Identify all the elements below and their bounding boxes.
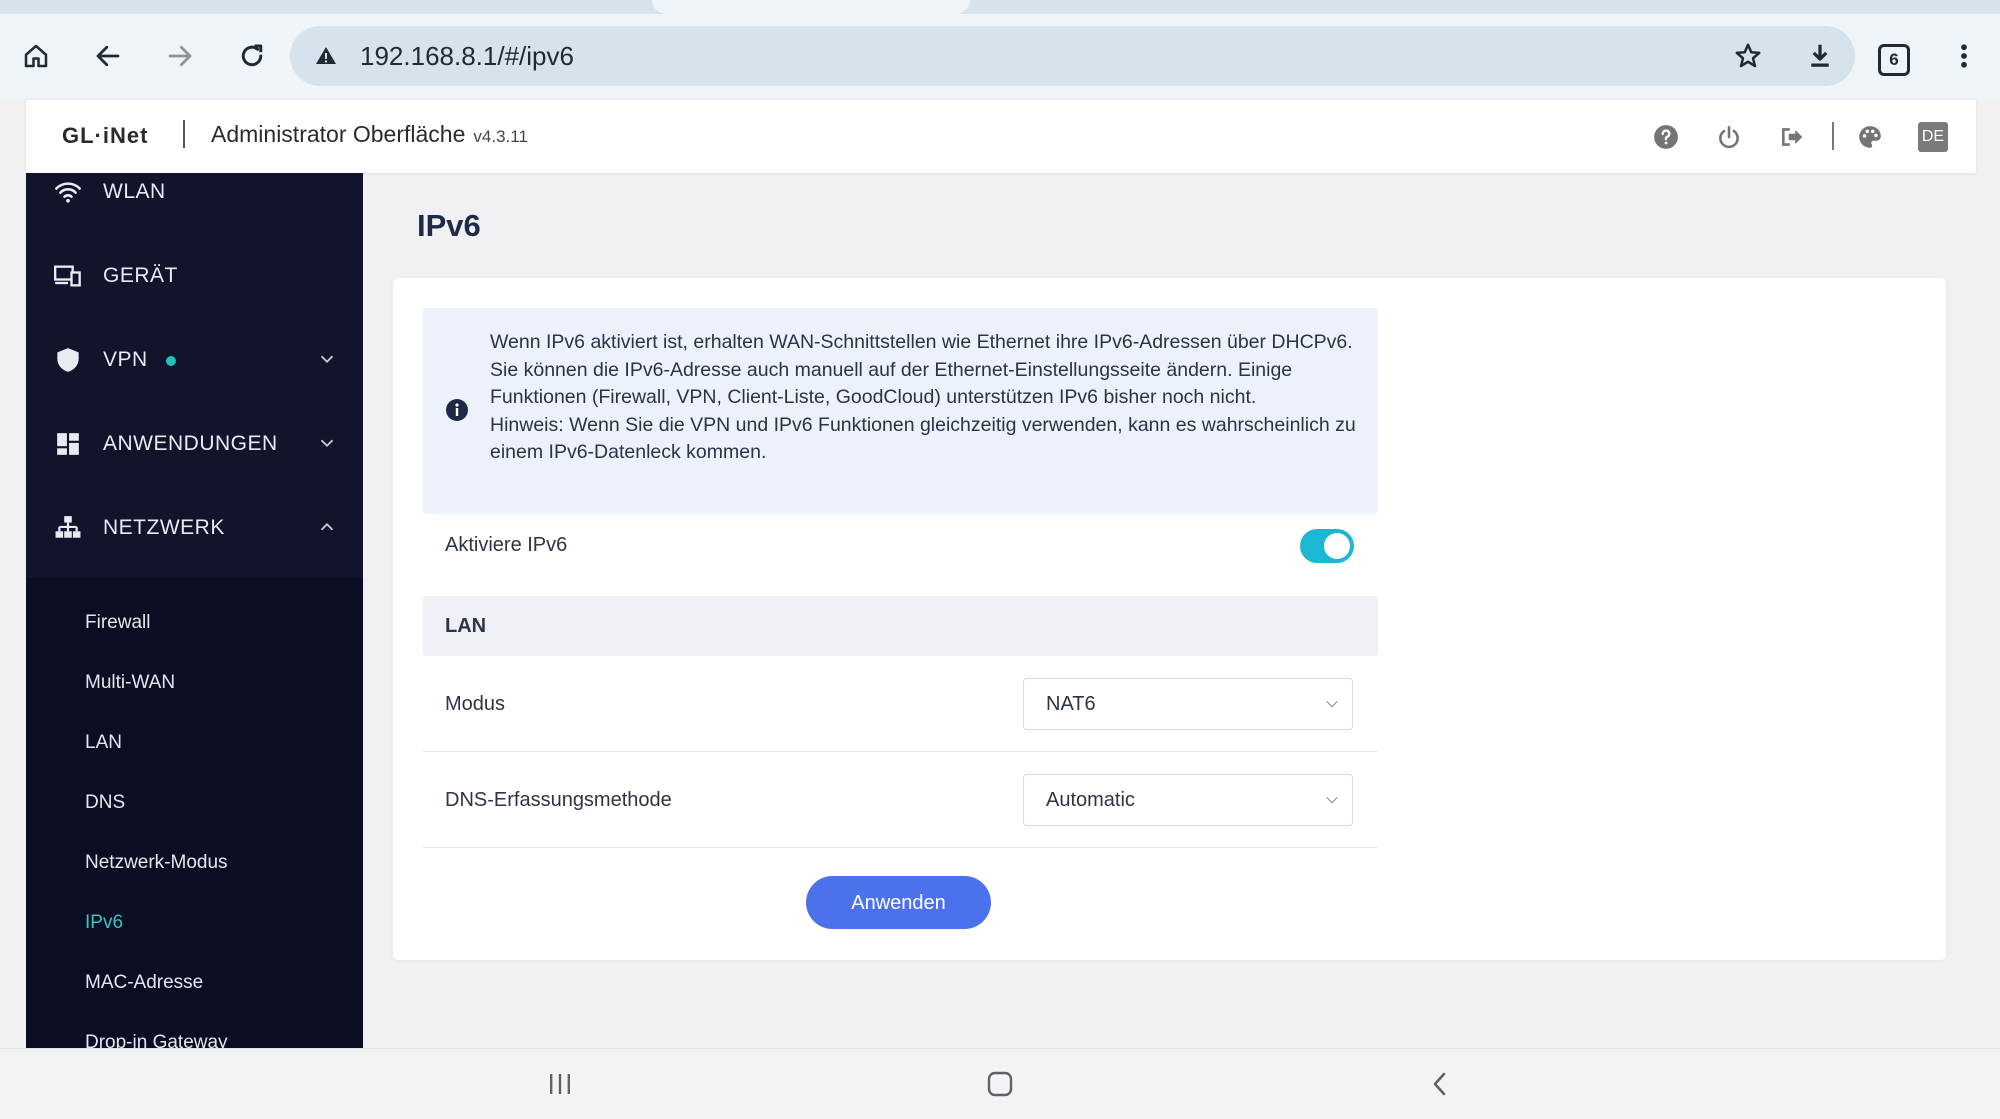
lan-section-title: LAN [445, 615, 487, 637]
mode-label: Modus [445, 693, 506, 715]
language-selector[interactable]: DE [1918, 122, 1948, 152]
vpn-status-dot [166, 356, 176, 366]
theme-icon[interactable] [1855, 122, 1885, 152]
submenu-item-mac-address[interactable]: MAC-Adresse [85, 972, 203, 994]
browser-tab-strip [0, 0, 2000, 14]
sidebar-item-vpn[interactable]: VPN [26, 318, 363, 402]
sidebar-item-label: GERÄT [103, 264, 178, 287]
help-icon[interactable] [1651, 122, 1681, 152]
mode-select-value: NAT6 [1046, 693, 1096, 715]
network-submenu: Firewall Multi-WAN LAN DNS Netzwerk-Modu… [26, 578, 363, 1048]
info-icon [445, 398, 469, 422]
apply-button[interactable]: Anwenden [806, 876, 991, 929]
info-text: Wenn IPv6 aktiviert ist, erhalten WAN-Sc… [490, 329, 1360, 467]
power-icon[interactable] [1714, 122, 1744, 152]
enable-ipv6-row: Aktiviere IPv6 [423, 514, 1378, 578]
submenu-item-lan[interactable]: LAN [85, 732, 122, 754]
recent-apps-icon[interactable] [545, 1069, 575, 1099]
url-text[interactable]: 192.168.8.1/#/ipv6 [360, 26, 574, 86]
warning-icon[interactable] [314, 44, 338, 68]
info-paragraph: Wenn IPv6 aktiviert ist, erhalten WAN-Sc… [490, 331, 1353, 408]
home-nav-icon[interactable] [985, 1069, 1015, 1099]
system-navigation-bar [0, 1048, 2000, 1119]
chevron-down-icon [1324, 696, 1340, 712]
submenu-item-network-mode[interactable]: Netzwerk-Modus [85, 852, 228, 874]
app-title-text: Administrator Oberfläche [211, 121, 466, 147]
enable-ipv6-toggle[interactable] [1300, 529, 1354, 563]
chevron-up-icon[interactable] [316, 516, 338, 538]
dns-method-select-value: Automatic [1046, 789, 1135, 811]
app-version: v4.3.11 [473, 127, 528, 146]
submenu-item-ipv6[interactable]: IPv6 [85, 912, 123, 934]
toggle-knob [1324, 533, 1350, 559]
submenu-item-dns[interactable]: DNS [85, 792, 125, 814]
dns-method-select[interactable]: Automatic [1023, 774, 1353, 826]
chevron-down-icon[interactable] [316, 432, 338, 454]
browser-toolbar: 192.168.8.1/#/ipv6 6 [0, 14, 2000, 98]
active-tab[interactable] [652, 0, 970, 14]
sidebar-item-label: WLAN [103, 180, 166, 203]
dns-method-label: DNS-Erfassungsmethode [445, 789, 672, 811]
lan-section-header: LAN [423, 596, 1378, 656]
wifi-icon [54, 178, 82, 206]
sidebar-item-wlan[interactable]: WLAN [26, 173, 363, 234]
info-box: Wenn IPv6 aktiviert ist, erhalten WAN-Sc… [423, 308, 1378, 514]
sidebar-item-network[interactable]: NETZWERK [26, 486, 363, 570]
divider [423, 847, 1378, 848]
back-icon[interactable] [88, 36, 128, 76]
enable-ipv6-label: Aktiviere IPv6 [445, 534, 568, 556]
devices-icon [54, 262, 82, 290]
chevron-down-icon[interactable] [316, 348, 338, 370]
menu-icon[interactable] [1944, 36, 1984, 76]
network-icon [54, 514, 82, 542]
home-icon[interactable] [16, 36, 56, 76]
sidebar-item-applications[interactable]: ANWENDUNGEN [26, 402, 363, 486]
sidebar-item-label: NETZWERK [103, 516, 225, 539]
logout-icon[interactable] [1777, 122, 1807, 152]
ipv6-settings-card: Wenn IPv6 aktiviert ist, erhalten WAN-Sc… [393, 278, 1946, 960]
info-warning: Hinweis: Wenn Sie die VPN und IPv6 Funkt… [490, 413, 1356, 464]
address-bar[interactable]: 192.168.8.1/#/ipv6 [290, 26, 1855, 86]
mode-row: Modus NAT6 [423, 656, 1378, 752]
mode-select[interactable]: NAT6 [1023, 678, 1353, 730]
shield-icon [54, 346, 82, 374]
submenu-item-firewall[interactable]: Firewall [85, 612, 150, 634]
reload-icon[interactable] [232, 36, 272, 76]
header-divider [183, 120, 185, 148]
back-nav-icon[interactable] [1425, 1069, 1455, 1099]
forward-icon[interactable] [160, 36, 200, 76]
download-icon[interactable] [1805, 41, 1835, 71]
submenu-item-drop-in-gateway[interactable]: Drop-in Gateway [85, 1032, 228, 1048]
header-divider [1832, 122, 1834, 150]
page-title: IPv6 [417, 208, 481, 243]
apps-icon [54, 430, 82, 458]
sidebar-item-device[interactable]: GERÄT [26, 234, 363, 318]
app-header: GL·iNet Administrator Oberfläche v4.3.11 … [26, 100, 1976, 173]
star-icon[interactable] [1733, 41, 1763, 71]
sidebar-item-label: ANWENDUNGEN [103, 432, 278, 455]
sidebar-item-label: VPN [103, 348, 148, 371]
dns-method-row: DNS-Erfassungsmethode Automatic [423, 752, 1378, 848]
submenu-item-multi-wan[interactable]: Multi-WAN [85, 672, 175, 694]
chevron-down-icon [1324, 792, 1340, 808]
logo[interactable]: GL·iNet [62, 123, 148, 149]
app-title: Administrator Oberfläche v4.3.11 [211, 121, 528, 148]
sidebar: WLAN GERÄT VPN ANWENDUNGEN NETZWERK Fire… [26, 173, 363, 1048]
tab-switcher-icon[interactable]: 6 [1878, 44, 1910, 76]
